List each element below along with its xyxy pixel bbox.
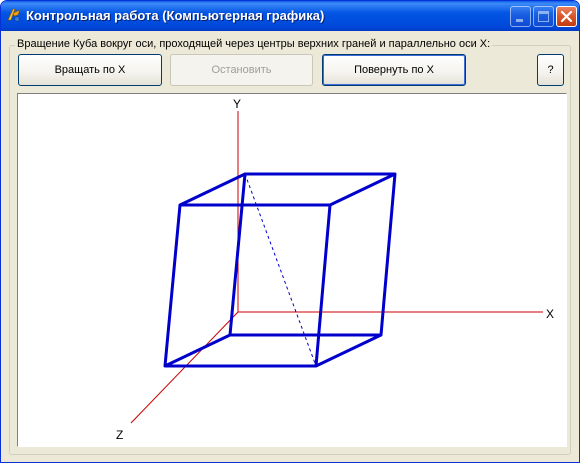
maximize-icon: [538, 11, 549, 22]
main-window: Контрольная работа (Компьютерная графика…: [0, 0, 580, 463]
cube-front-face: [163, 203, 332, 368]
rotate-x-button[interactable]: Вращать по X: [18, 54, 162, 86]
maximize-button[interactable]: [533, 6, 554, 27]
minimize-icon: [516, 19, 523, 22]
cube-edge: [164, 333, 231, 368]
cube-scene: Y X Z: [116, 97, 554, 442]
cube-edge: [179, 172, 246, 207]
stop-button[interactable]: Остановить: [170, 54, 313, 86]
z-axis-label: Z: [116, 428, 123, 442]
close-button[interactable]: [556, 6, 577, 27]
drawing-canvas: Y X Z: [17, 93, 567, 447]
title-bar[interactable]: Контрольная работа (Компьютерная графика…: [1, 1, 579, 31]
cube-back-face: [228, 172, 397, 337]
x-axis-label: X: [546, 307, 554, 321]
y-axis-label: Y: [233, 97, 241, 111]
minimize-button[interactable]: [510, 6, 531, 27]
cube-edge: [315, 333, 382, 368]
delphi-app-icon: [6, 7, 22, 23]
cube-edge: [329, 172, 396, 207]
close-icon: [560, 10, 573, 23]
group-caption: Вращение Куба вокруг оси, проходящей чер…: [15, 38, 493, 50]
turn-x-button[interactable]: Повернуть по X: [322, 54, 466, 86]
window-title: Контрольная работа (Компьютерная графика…: [26, 8, 325, 23]
help-button[interactable]: ?: [537, 54, 564, 86]
rotation-axis-line: [244, 173, 317, 367]
